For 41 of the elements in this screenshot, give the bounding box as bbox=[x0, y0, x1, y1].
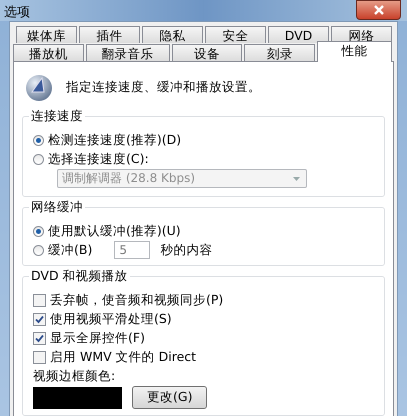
tab[interactable]: 刻录 bbox=[244, 44, 316, 61]
change-button[interactable]: 更改(G) bbox=[132, 386, 208, 409]
checkbox[interactable] bbox=[33, 312, 46, 326]
close-button[interactable] bbox=[356, 0, 401, 20]
tab[interactable]: 插件 bbox=[79, 26, 140, 43]
unit-label: 秒的内容 bbox=[160, 242, 212, 258]
group-title: 网络缓冲 bbox=[29, 199, 85, 216]
option-label[interactable]: 使用默认缓冲(推荐)(U) bbox=[48, 222, 181, 240]
disc-icon bbox=[24, 72, 54, 102]
radio-button[interactable] bbox=[33, 226, 44, 236]
option-label[interactable]: 显示全屏控件(F) bbox=[50, 330, 145, 346]
tab[interactable]: DVD bbox=[268, 26, 329, 43]
close-icon bbox=[372, 5, 384, 15]
field-label: 视频边框颜色: bbox=[33, 368, 116, 384]
option-label[interactable]: 检测连接速度(推荐)(D) bbox=[48, 132, 182, 148]
caret-icon bbox=[293, 176, 300, 180]
tab[interactable]: 性能 bbox=[317, 41, 392, 62]
tab[interactable]: 媒体库 bbox=[16, 26, 77, 43]
option-label[interactable]: 丢弃帧，使音频和视频同步(P) bbox=[50, 292, 224, 308]
checkbox[interactable] bbox=[33, 350, 46, 364]
checkbox[interactable] bbox=[33, 294, 46, 306]
radio-button[interactable] bbox=[33, 244, 44, 256]
group-title: DVD 和视频播放 bbox=[29, 268, 130, 285]
checkbox[interactable] bbox=[33, 332, 46, 344]
tab[interactable]: 设备 bbox=[172, 44, 242, 61]
checkmark-icon bbox=[35, 314, 44, 324]
description-text: 指定连接速度、缓冲和播放设置。 bbox=[66, 78, 261, 96]
tab[interactable]: 安全 bbox=[205, 26, 266, 43]
option-label[interactable]: 缓冲(B) bbox=[48, 242, 92, 258]
tab[interactable]: 播放机 bbox=[13, 44, 84, 61]
tab[interactable]: 翻录音乐 bbox=[86, 44, 170, 61]
option-label[interactable]: 使用视频平滑处理(S) bbox=[50, 310, 172, 328]
option-label[interactable]: 启用 WMV 文件的 Direct bbox=[50, 348, 196, 366]
window-title: 选项 bbox=[4, 4, 30, 21]
option-label[interactable]: 选择连接速度(C): bbox=[48, 150, 149, 168]
radio-button[interactable] bbox=[33, 134, 44, 146]
group-title: 连接速度 bbox=[29, 108, 85, 125]
number-field[interactable]: 5 bbox=[114, 241, 150, 259]
checkmark-icon bbox=[35, 334, 44, 342]
tab[interactable]: 隐私 bbox=[142, 26, 203, 43]
radio-button[interactable] bbox=[33, 154, 44, 164]
